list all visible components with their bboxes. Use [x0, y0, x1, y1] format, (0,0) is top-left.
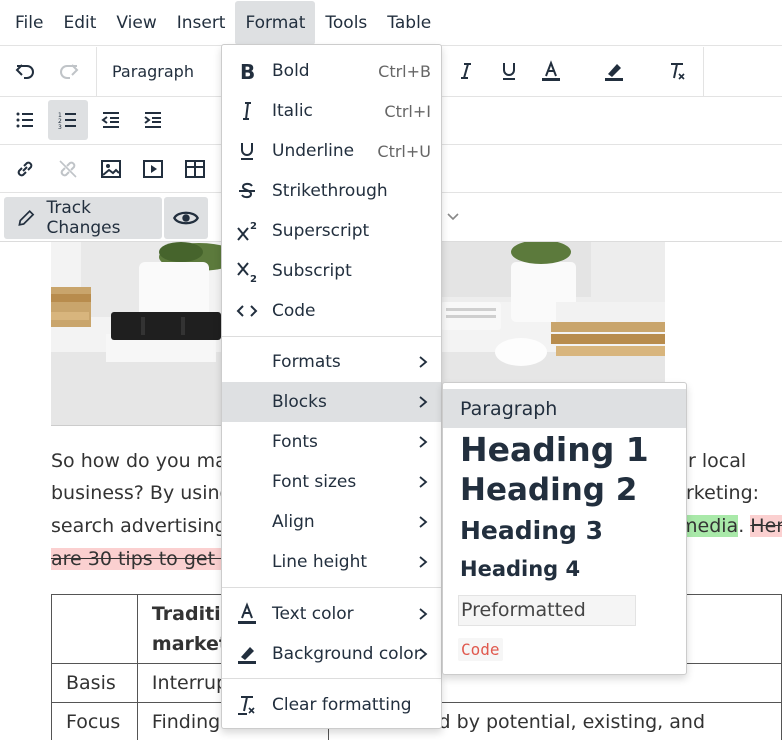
strikethrough-icon: [234, 178, 260, 204]
numbered-list-button[interactable]: 123: [48, 100, 88, 140]
media-button[interactable]: [133, 149, 173, 189]
redo-icon: [60, 64, 79, 79]
menu-item-formats[interactable]: Formats: [222, 342, 441, 382]
media-icon: [143, 160, 163, 178]
bullet-list-icon: [16, 112, 33, 128]
underline-icon: [503, 63, 515, 80]
chevron-right-icon: [419, 396, 428, 408]
menu-item-underline[interactable]: Underline Ctrl+U: [222, 131, 441, 171]
link-icon: [17, 161, 33, 177]
chevron-right-icon: [419, 516, 428, 528]
undo-button[interactable]: [5, 51, 45, 91]
indent-button[interactable]: [133, 100, 173, 140]
italic-button[interactable]: [446, 51, 486, 91]
chevron-right-icon: [419, 356, 428, 368]
menu-view[interactable]: View: [106, 1, 166, 45]
block-option-heading-1[interactable]: Heading 1: [443, 428, 686, 470]
menu-item-superscript[interactable]: 2 Superscript: [222, 211, 441, 251]
track-changes-button[interactable]: Track Changes: [4, 197, 162, 239]
text-color-icon: [542, 60, 560, 81]
italic-icon: [461, 63, 471, 79]
italic-icon: [234, 98, 260, 124]
menu-item-bold[interactable]: B Bold Ctrl+B: [222, 51, 441, 91]
menubar: File Edit View Insert Format Tools Table: [0, 0, 782, 46]
block-option-code[interactable]: Code: [458, 638, 503, 661]
svg-text:2: 2: [250, 221, 257, 232]
menu-item-italic[interactable]: Italic Ctrl+I: [222, 91, 441, 131]
chevron-right-icon: [419, 476, 428, 488]
deleted-text: are 30 tips to get y: [51, 548, 233, 570]
menu-item-blocks[interactable]: Blocks: [222, 382, 441, 422]
indent-icon: [144, 112, 161, 128]
menu-file[interactable]: File: [5, 1, 53, 45]
format-menu: B Bold Ctrl+B Italic Ctrl+I Underline Ct…: [221, 44, 442, 729]
image-icon: [101, 160, 121, 178]
blocks-submenu: Paragraph Heading 1 Heading 2 Heading 3 …: [442, 382, 687, 675]
block-option-heading-4[interactable]: Heading 4: [443, 551, 686, 587]
link-button[interactable]: [5, 149, 45, 189]
underline-icon: [234, 138, 260, 164]
background-color-button[interactable]: [594, 51, 634, 91]
bold-icon: B: [234, 58, 260, 84]
menu-insert[interactable]: Insert: [167, 1, 236, 45]
underline-button[interactable]: [489, 51, 529, 91]
block-option-heading-2[interactable]: Heading 2: [443, 470, 686, 510]
image-button[interactable]: [91, 149, 131, 189]
menu-item-font-sizes[interactable]: Font sizes: [222, 462, 441, 502]
highlighter-icon: [605, 64, 623, 81]
menu-tools[interactable]: Tools: [315, 1, 377, 45]
clear-formatting-icon: [234, 692, 260, 718]
menu-item-align[interactable]: Align: [222, 502, 441, 542]
menu-item-text-color[interactable]: Text color: [222, 594, 441, 634]
unlink-button[interactable]: [48, 149, 88, 189]
unlink-icon: [59, 160, 77, 178]
chevron-right-icon: [419, 648, 428, 660]
menu-item-code[interactable]: Code: [222, 291, 441, 331]
svg-text:B: B: [240, 60, 255, 83]
block-option-preformatted[interactable]: Preformatted: [458, 595, 636, 626]
chevron-right-icon: [419, 608, 428, 620]
text-color-icon: [234, 601, 260, 627]
menu-table[interactable]: Table: [377, 1, 441, 45]
menu-item-line-height[interactable]: Line height: [222, 542, 441, 582]
clear-formatting-icon: [671, 63, 685, 80]
outdent-button[interactable]: [91, 100, 131, 140]
menu-item-strikethrough[interactable]: Strikethrough: [222, 171, 441, 211]
table-button[interactable]: [175, 149, 215, 189]
eye-icon: [173, 211, 199, 225]
menu-format[interactable]: Format: [235, 0, 316, 45]
menu-item-background-color[interactable]: Background color: [222, 634, 441, 674]
menu-item-clear-formatting[interactable]: Clear formatting: [222, 685, 441, 725]
redo-button[interactable]: [49, 51, 89, 91]
track-changes-label: Track Changes: [46, 198, 121, 238]
bullet-list-button[interactable]: [5, 100, 45, 140]
menu-item-subscript[interactable]: 2 Subscript: [222, 251, 441, 291]
inserted-text: media: [679, 515, 739, 537]
code-icon: [234, 298, 260, 324]
menu-item-fonts[interactable]: Fonts: [222, 422, 441, 462]
show-changes-button[interactable]: [164, 197, 208, 239]
superscript-icon: 2: [234, 218, 260, 244]
chevron-right-icon: [419, 556, 428, 568]
block-option-heading-3[interactable]: Heading 3: [443, 511, 686, 549]
outdent-icon: [101, 112, 119, 128]
subscript-icon: 2: [234, 258, 260, 284]
table-icon: [185, 160, 205, 178]
chevron-right-icon: [419, 436, 428, 448]
background-color-icon: [234, 641, 260, 667]
text-color-button[interactable]: [531, 51, 571, 91]
svg-text:2: 2: [250, 274, 257, 283]
clear-formatting-button[interactable]: [657, 51, 697, 91]
block-format-select[interactable]: Paragraph: [112, 62, 194, 81]
numbered-list-icon: 123: [58, 112, 76, 131]
pencil-icon: [18, 209, 35, 226]
undo-icon: [15, 64, 34, 79]
chevron-down-icon[interactable]: [446, 210, 460, 224]
deleted-text: Here: [750, 515, 782, 537]
block-option-paragraph[interactable]: Paragraph: [443, 389, 686, 428]
svg-text:3: 3: [58, 124, 62, 131]
menu-edit[interactable]: Edit: [53, 1, 106, 45]
